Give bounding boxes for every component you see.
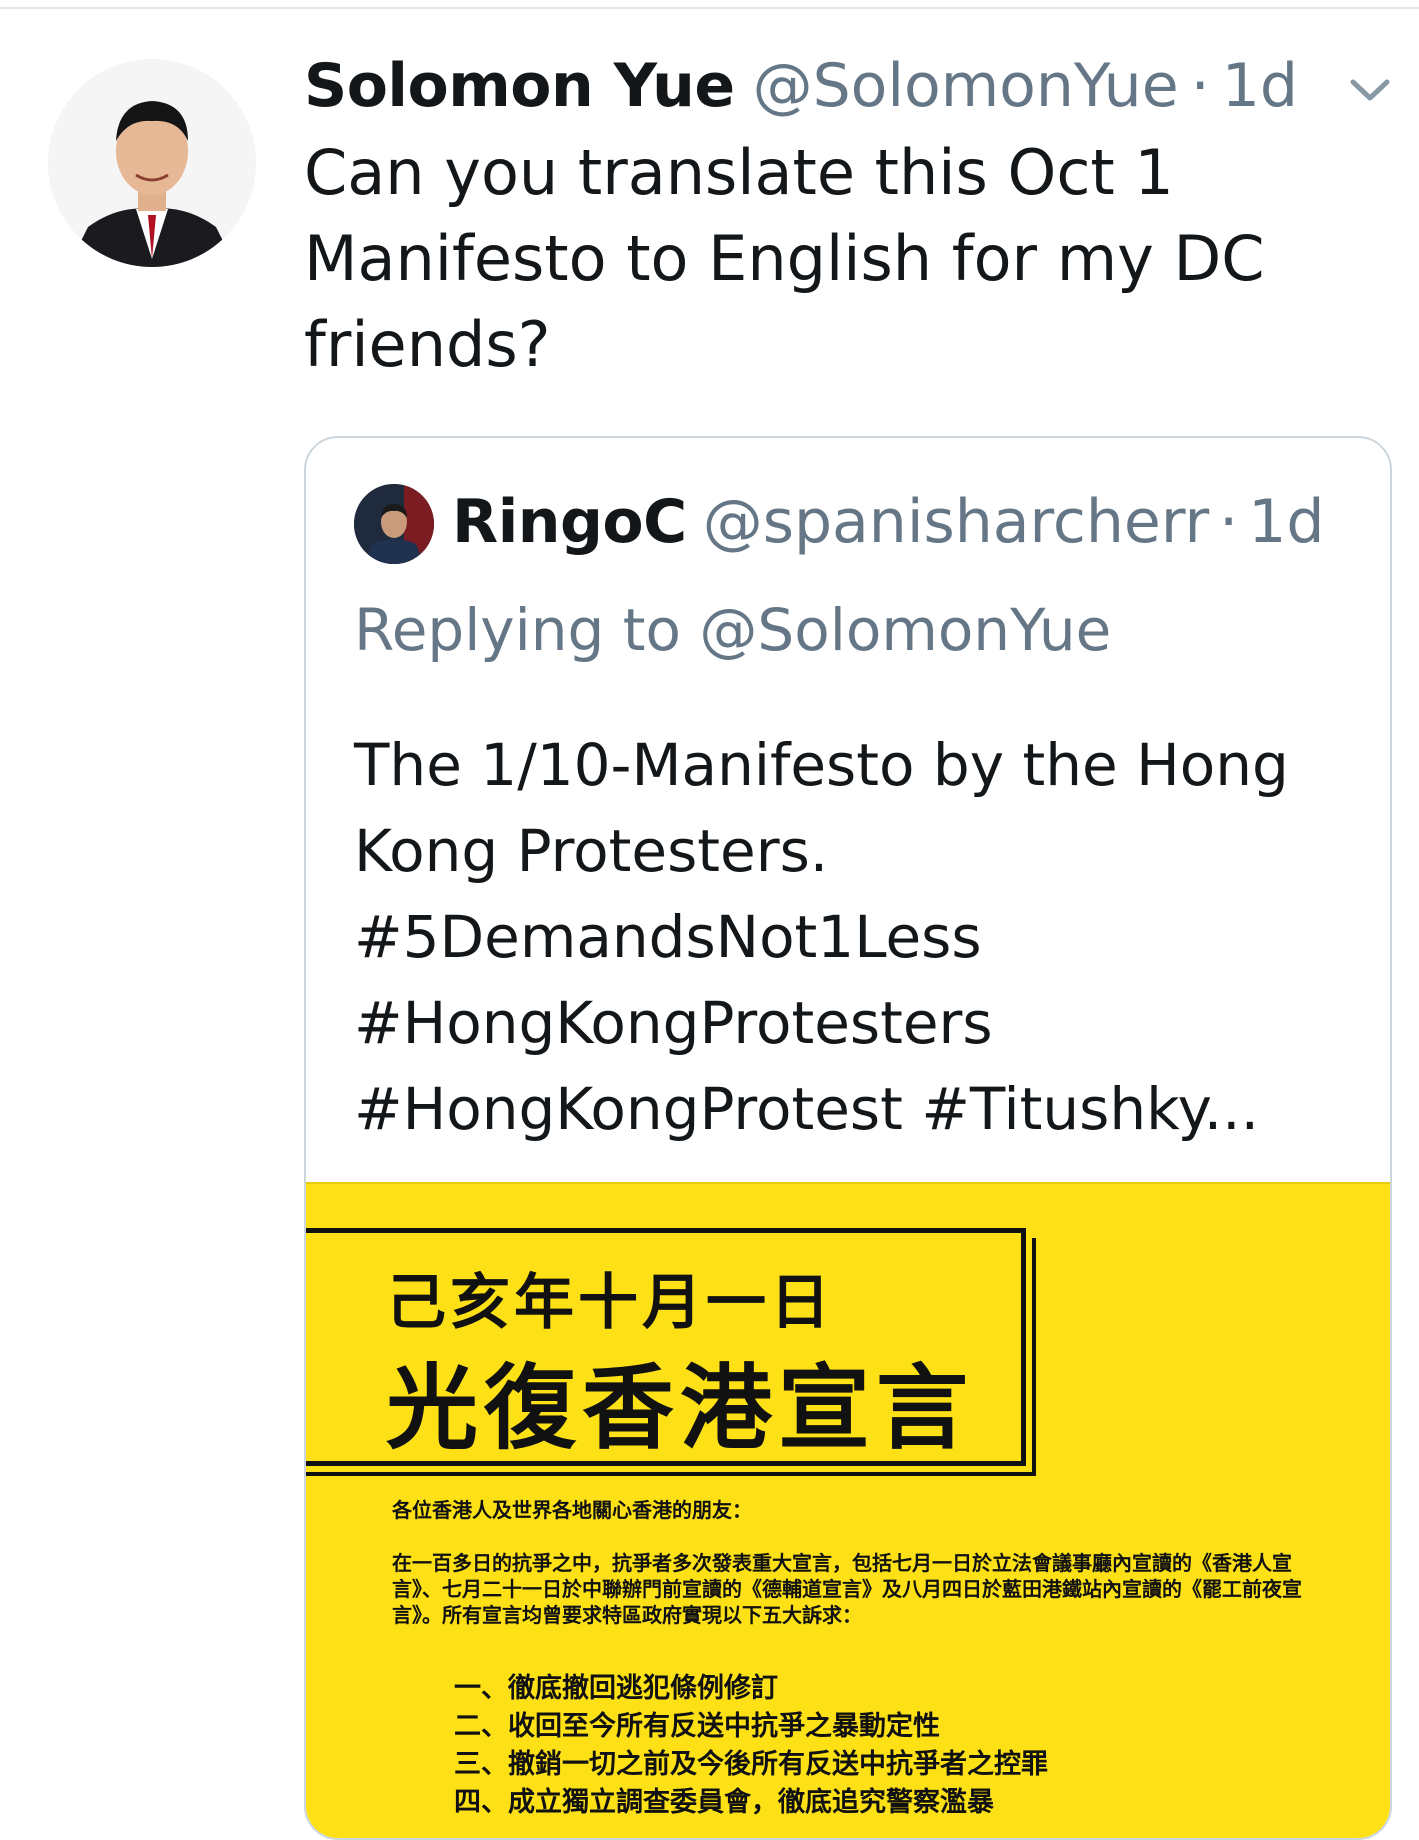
- quoted-text-line: The 1/10-Manifesto by the Hong: [354, 731, 1289, 799]
- replying-to[interactable]: Replying to @SolomonYue: [354, 590, 1111, 670]
- quoted-author-avatar[interactable]: [354, 484, 434, 564]
- author-name[interactable]: Solomon Yue: [304, 46, 735, 126]
- tweet-time[interactable]: 1d: [1222, 46, 1298, 126]
- quoted-author-name[interactable]: RingoC: [452, 482, 687, 562]
- manifesto-date-title: 己亥年十月一日: [386, 1268, 834, 1338]
- tweet-text: Can you translate this Oct 1 Manifesto t…: [304, 136, 1265, 381]
- hashtag-link[interactable]: #HongKongProtesters: [354, 980, 1354, 1066]
- quoted-tweet-time[interactable]: 1d: [1248, 482, 1324, 562]
- manifesto-greeting: 各位香港人及世界各地關心香港的朋友：: [392, 1498, 752, 1522]
- demand-item: 一、徹底撤回逃犯條例修訂: [454, 1673, 778, 1704]
- manifesto-main-title: 光復香港宣言: [386, 1354, 975, 1462]
- author-avatar[interactable]: [48, 59, 256, 267]
- chevron-down-icon[interactable]: [1345, 70, 1395, 110]
- demand-item: 二、收回至今所有反送中抗爭之暴動定性: [454, 1711, 940, 1742]
- manifesto-demands-list: 一、徹底撤回逃犯條例修訂 二、收回至今所有反送中抗爭之暴動定性 三、撤銷一切之前…: [454, 1670, 1048, 1822]
- quoted-author-handle[interactable]: @spanisharcherr: [703, 482, 1209, 562]
- quoted-text-line: Kong Protesters.: [354, 817, 829, 885]
- quoted-avatar-image: [354, 484, 434, 564]
- tweet-header: Solomon Yue @SolomonYue · 1d: [304, 46, 1298, 126]
- top-divider: [0, 7, 1419, 9]
- demand-item: 三、撤銷一切之前及今後所有反送中抗爭者之控罪: [454, 1749, 1048, 1780]
- manifesto-paragraph: 在一百多日的抗爭之中，抗爭者多次發表重大宣言，包括七月一日於立法會議事廳內宣讀的…: [392, 1551, 1302, 1627]
- author-handle[interactable]: @SolomonYue: [753, 46, 1179, 126]
- quoted-tweet-header: RingoC @spanisharcherr · 1d: [452, 482, 1324, 562]
- hashtag-link[interactable]: #5DemandsNot1Less: [354, 894, 1354, 980]
- author-avatar-image: [48, 59, 256, 267]
- quoted-tweet-text: The 1/10-Manifesto by the Hong Kong Prot…: [354, 722, 1354, 1152]
- header-separator: ·: [1190, 51, 1210, 121]
- hashtag-link[interactable]: #HongKongProtest #Titushky...: [354, 1066, 1354, 1152]
- quoted-tweet-card[interactable]: RingoC @spanisharcherr · 1d Replying to …: [304, 436, 1392, 1840]
- quoted-header-separator: ·: [1219, 487, 1239, 557]
- demand-item: 四、成立獨立調查委員會，徹底追究警察濫暴: [454, 1787, 994, 1818]
- quoted-tweet-image[interactable]: 己亥年十月一日 光復香港宣言 各位香港人及世界各地關心香港的朋友： 在一百多日的…: [306, 1182, 1390, 1838]
